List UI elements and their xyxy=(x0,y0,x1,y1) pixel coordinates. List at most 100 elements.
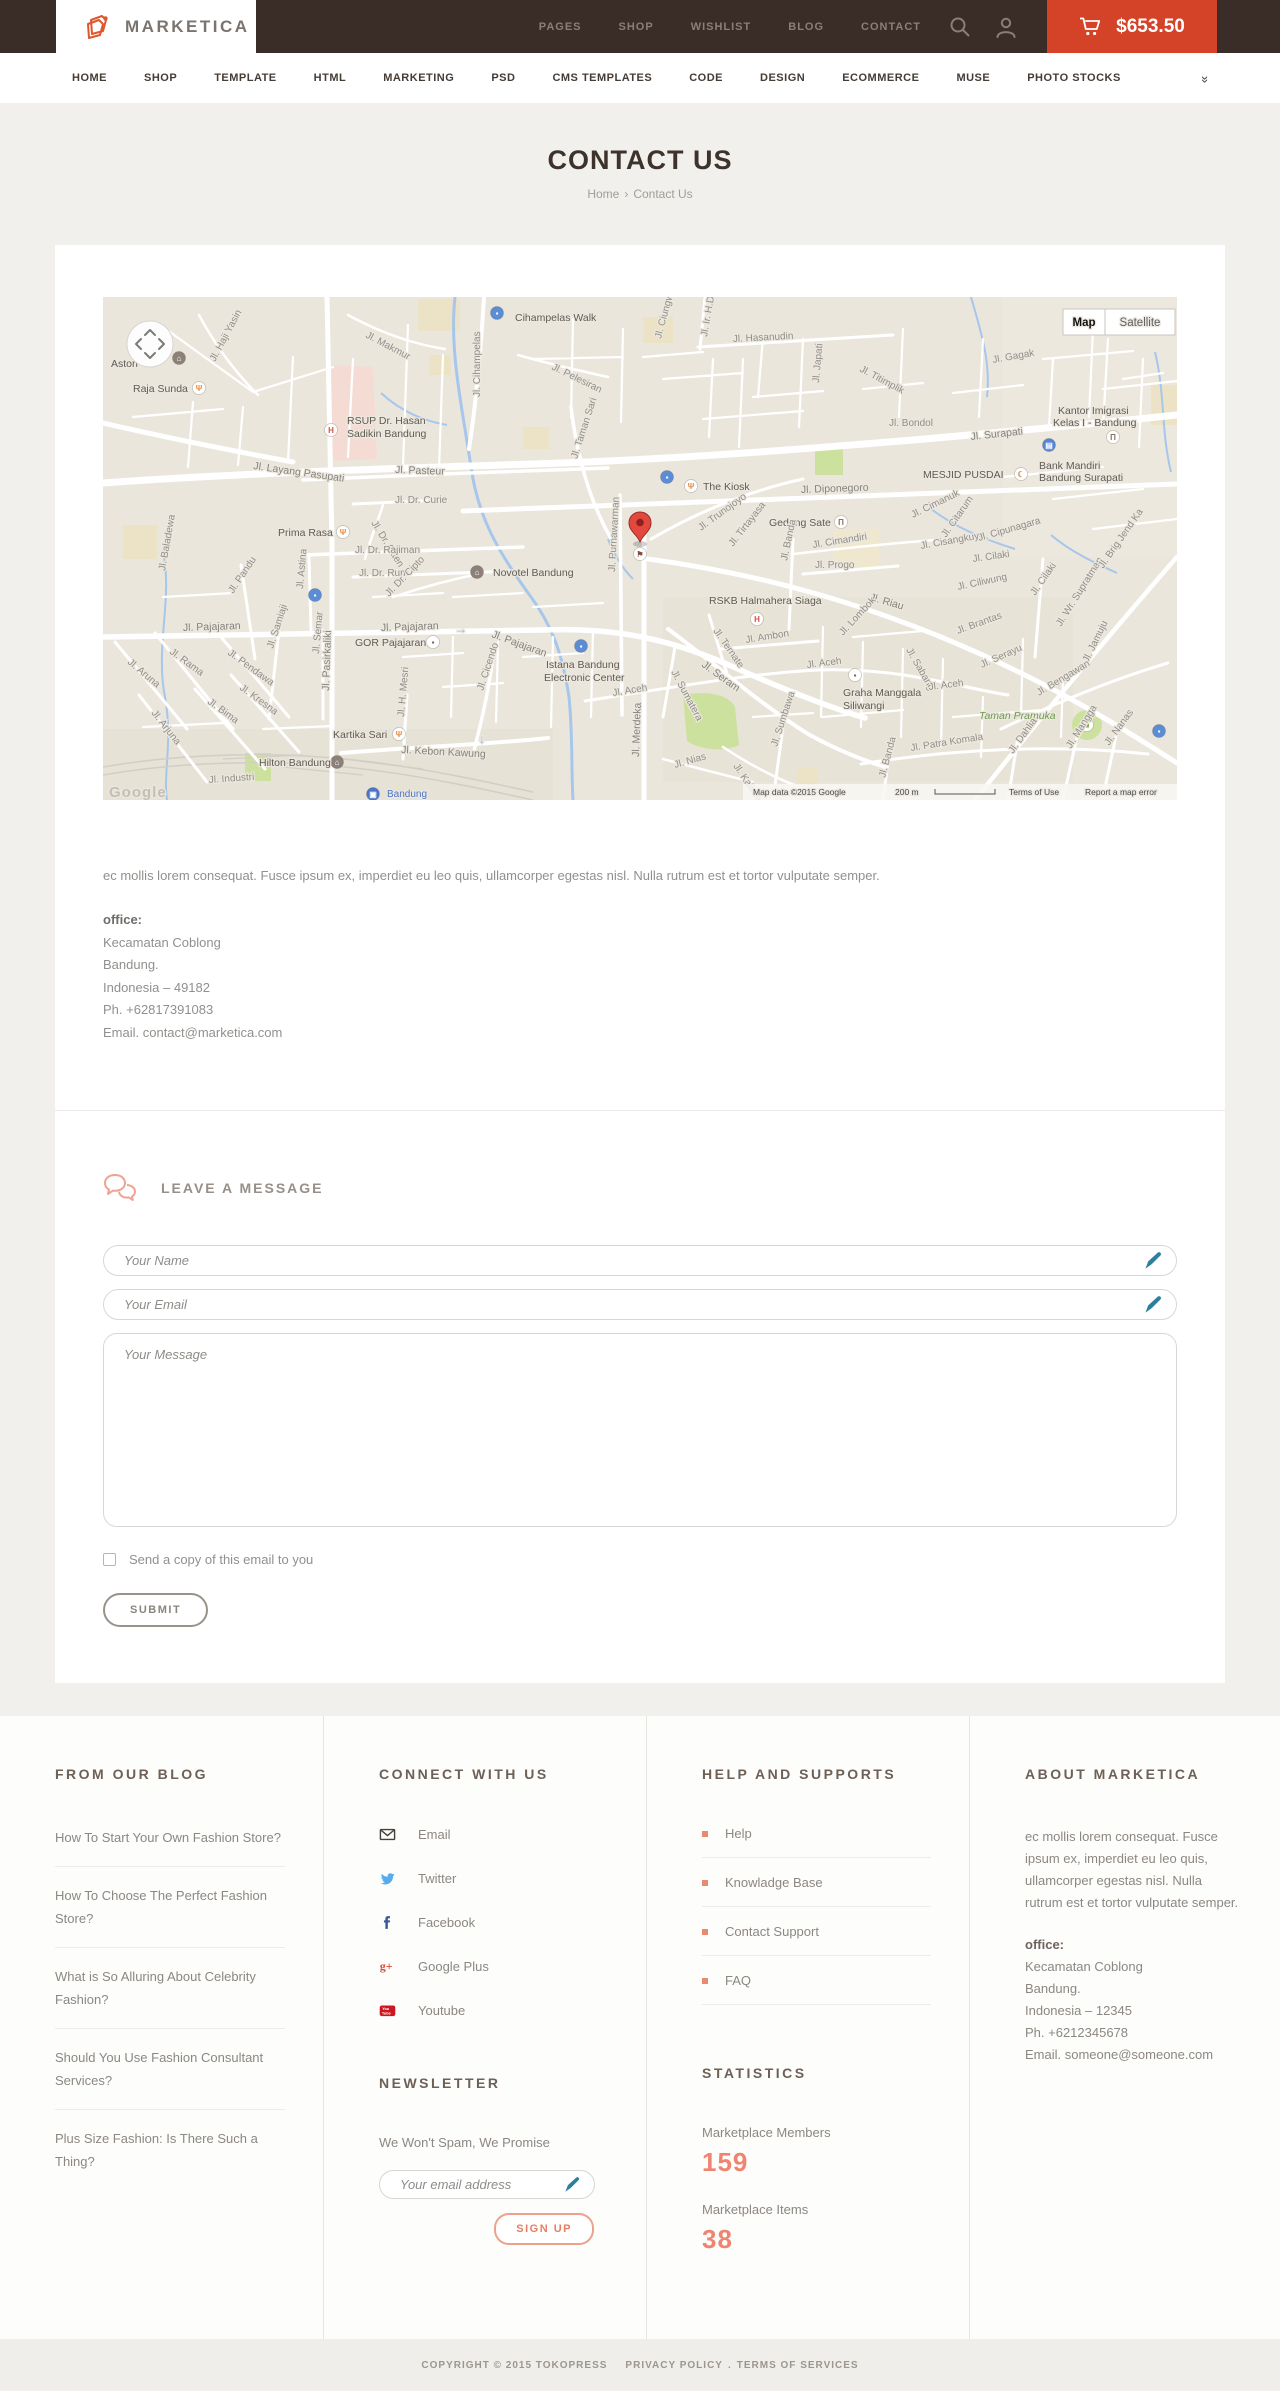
map-label: GOR Pajajaran xyxy=(355,637,426,649)
category-nav-item[interactable]: PHOTO STOCKS xyxy=(1027,72,1121,84)
svg-text:▪: ▪ xyxy=(666,473,669,482)
blog-link[interactable]: Plus Size Fashion: Is There Such a Thing… xyxy=(55,2127,285,2190)
user-icon[interactable] xyxy=(995,16,1017,38)
category-nav-item[interactable]: SHOP xyxy=(144,72,177,84)
social-link[interactable]: Youtube xyxy=(379,2002,608,2019)
about-office-block: office: Kecamatan Coblong Bandung. Indones… xyxy=(1025,1934,1242,2066)
facebook-icon xyxy=(379,1914,396,1931)
marketica-tag-icon xyxy=(87,14,108,39)
category-nav-item[interactable]: ECOMMERCE xyxy=(842,72,919,84)
google-map[interactable]: Ψ Ψ Ψ Ψ H H ⌂ ⌂ ⌂ Π Π ▪ ▪ ☾ ▤ ▪ ▪ ▪ ▪ ▪ ■ ▣ ⚑ Aston Raja Sunda J… xyxy=(103,297,1177,800)
category-nav-item[interactable]: DESIGN xyxy=(760,72,805,84)
map-label: Novotel Bandung xyxy=(493,567,574,579)
svg-text:▪: ▪ xyxy=(1158,727,1161,736)
logo-text: MARKETICA xyxy=(125,16,250,36)
museum-poi-icon: Π xyxy=(834,515,848,529)
square-bullet-icon xyxy=(702,1830,708,1837)
category-nav-item[interactable]: PSD xyxy=(491,72,515,84)
svg-text:▤: ▤ xyxy=(1045,441,1053,450)
blog-link[interactable]: Should You Use Fashion Consultant Servic… xyxy=(55,2046,285,2110)
breadcrumb-home[interactable]: Home xyxy=(587,187,619,201)
signup-button[interactable]: SIGN UP xyxy=(494,2213,594,2245)
header-nav-item[interactable]: SHOP xyxy=(619,21,654,33)
svg-text:Π: Π xyxy=(838,518,844,527)
header-nav-item[interactable]: PAGES xyxy=(539,21,582,33)
pen-icon xyxy=(1145,1252,1162,1269)
help-link[interactable]: Help xyxy=(702,1826,931,1858)
help-link[interactable]: FAQ xyxy=(702,1973,931,2005)
hotel-poi-icon: ⌂ xyxy=(330,755,344,769)
map-label: Jl. Merdeka xyxy=(630,702,644,757)
help-link[interactable]: Contact Support xyxy=(702,1924,931,1956)
map-label: Jl. Diponegoro xyxy=(801,482,869,496)
message-textarea[interactable] xyxy=(103,1333,1177,1527)
category-nav: HOME SHOP TEMPLATE HTML MARKETING PSD CMS TEMP… xyxy=(0,53,1280,103)
contact-card: Ψ Ψ Ψ Ψ H H ⌂ ⌂ ⌂ Π Π ▪ ▪ ☾ ▤ ▪ ▪ ▪ ▪ ▪ ■ ▣ ⚑ Aston Raja Sunda J… xyxy=(55,245,1225,1683)
help-link[interactable]: Knowladge Base xyxy=(702,1875,931,1907)
category-nav-item[interactable]: MARKETING xyxy=(383,72,454,84)
map-pan-control[interactable] xyxy=(126,320,174,368)
hotel-poi-icon: ⌂ xyxy=(470,565,484,579)
shopping-poi-icon: ▪ xyxy=(574,639,588,653)
header-nav-item[interactable]: WISHLIST xyxy=(691,21,752,33)
map-label: Jl. Dr. Curie xyxy=(395,495,448,506)
blog-link[interactable]: What is So Alluring About Celebrity Fash… xyxy=(55,1965,285,2029)
name-input[interactable] xyxy=(103,1245,1177,1276)
address-line: Bandung. xyxy=(103,957,159,972)
restaurant-poi-icon: Ψ xyxy=(684,479,698,493)
header-nav-item[interactable]: CONTACT xyxy=(861,21,921,33)
about-office-label: office: xyxy=(1025,1937,1064,1952)
newsletter-email-input[interactable] xyxy=(379,2170,595,2199)
social-label: Google Plus xyxy=(418,1959,489,1974)
map-report-link[interactable]: Report a map error xyxy=(1084,786,1158,799)
send-copy-label: Send a copy of this email to you xyxy=(129,1552,314,1567)
social-link[interactable]: Twitter xyxy=(379,1870,608,1887)
category-nav-item[interactable]: HTML xyxy=(314,72,347,84)
header-nav-item[interactable]: BLOG xyxy=(788,21,824,33)
chevron-down-icon[interactable]: » xyxy=(1198,75,1213,80)
station-poi-icon: ▣ xyxy=(366,787,380,800)
category-nav-item[interactable]: MUSE xyxy=(956,72,990,84)
contact-intro: ec mollis lorem consequat. Fusce ipsum e… xyxy=(103,868,880,883)
breadcrumb-current: Contact Us xyxy=(633,187,693,201)
logo[interactable]: MARKETICA xyxy=(56,0,256,53)
map-label: Kantor Imigrasi xyxy=(1058,405,1129,417)
send-copy-checkbox[interactable] xyxy=(103,1553,116,1566)
bottom-bar: COPYRIGHT © 2015 TOKOPRESS PRIVACY POLIC… xyxy=(0,2339,1280,2391)
stat-item: Marketplace Items 38 xyxy=(702,2202,931,2255)
map-label: Kartika Sari xyxy=(333,729,387,741)
category-nav-item[interactable]: CODE xyxy=(689,72,723,84)
category-nav-item[interactable]: CMS TEMPLATES xyxy=(552,72,652,84)
address-line: Kecamatan Coblong xyxy=(103,934,221,950)
museum-poi-icon: Π xyxy=(1106,430,1120,444)
search-icon[interactable] xyxy=(949,16,971,38)
social-link[interactable]: Facebook xyxy=(379,1914,608,1931)
blog-link[interactable]: How To Choose The Perfect Fashion Store? xyxy=(55,1884,285,1948)
category-nav-item[interactable]: TEMPLATE xyxy=(214,72,276,84)
satellite-button-label[interactable]: Satellite xyxy=(1118,316,1161,331)
bottom-dot: . xyxy=(727,2359,732,2371)
newsletter-tagline: We Won't Spam, We Promise xyxy=(379,2135,550,2150)
blog-heading: FROM OUR BLOG xyxy=(55,1766,209,1782)
message-form-title: LEAVE A MESSAGE xyxy=(161,1180,324,1196)
category-nav-item[interactable]: HOME xyxy=(72,72,107,84)
cart-button[interactable]: $653.50 xyxy=(1047,0,1217,53)
cart-total: $653.50 xyxy=(1116,15,1185,37)
svg-text:▪: ▪ xyxy=(854,671,857,680)
youtube-icon xyxy=(379,2002,396,2019)
submit-button[interactable]: SUBMIT xyxy=(103,1593,209,1627)
privacy-policy-link[interactable]: PRIVACY POLICY xyxy=(625,2360,723,2371)
map-terms-link[interactable]: Terms of Use xyxy=(1008,786,1061,799)
blog-link[interactable]: How To Start Your Own Fashion Store? xyxy=(55,1826,285,1867)
social-link[interactable]: Google Plus xyxy=(379,1958,608,1975)
map-button-label[interactable]: Map xyxy=(1071,316,1097,331)
social-label: Facebook xyxy=(418,1915,476,1930)
stat-label: Marketplace Members xyxy=(702,2125,831,2140)
about-text: ec mollis lorem consequat. Fusce ipsum e… xyxy=(1025,1829,1239,1910)
social-link[interactable]: Email xyxy=(379,1826,608,1843)
map-label: RSUP Dr. Hasan xyxy=(347,415,426,427)
restaurant-poi-icon: Ψ xyxy=(192,381,206,395)
about-heading: ABOUT MARKETICA xyxy=(1025,1766,1201,1782)
email-input[interactable] xyxy=(103,1289,1177,1320)
terms-link[interactable]: TERMS OF SERVICES xyxy=(737,2360,859,2371)
